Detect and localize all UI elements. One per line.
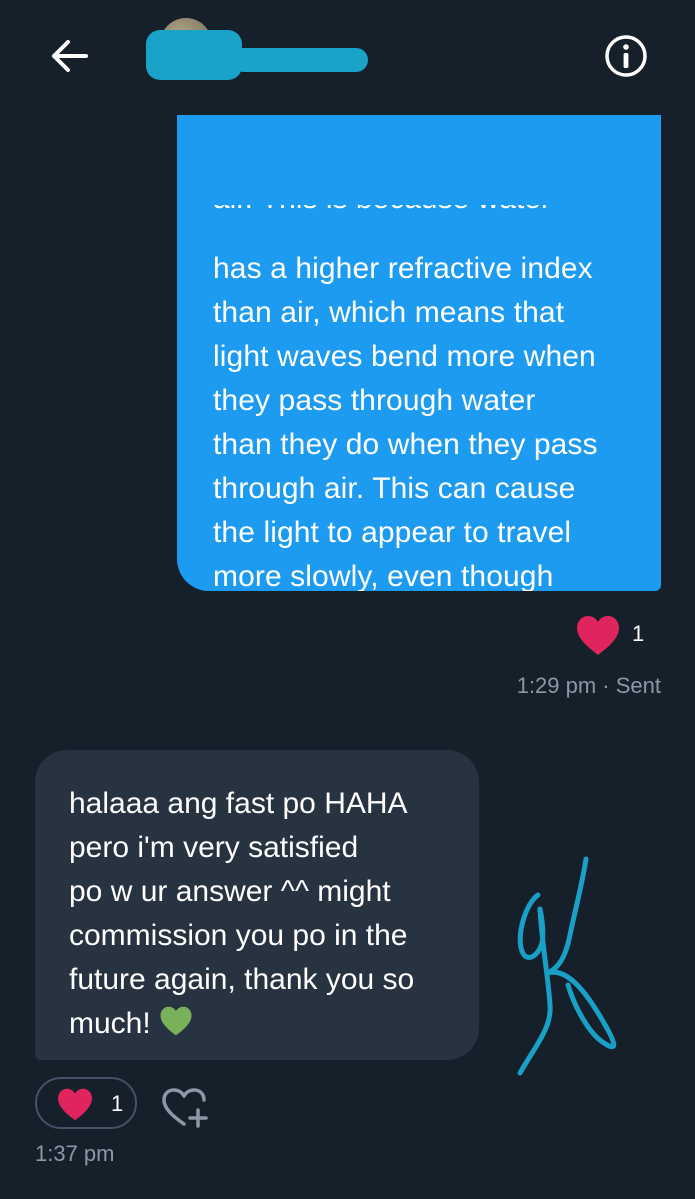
redacted-name <box>146 30 242 80</box>
reaction-count: 1 <box>111 1091 124 1116</box>
received-timestamp: 1:37 pm <box>35 1141 115 1166</box>
red-heart-icon <box>58 1088 92 1121</box>
sent-message-text: has a higher refractive index than air, … <box>213 252 598 591</box>
received-message-body: halaaa ang fast po HAHA pero i'm very sa… <box>69 787 415 1040</box>
clipped-message-line: air. This is because water <box>213 205 643 223</box>
redacted-handle <box>232 48 368 72</box>
info-icon <box>605 35 647 77</box>
info-button[interactable] <box>604 34 648 78</box>
sent-timestamp: 1:29 pm · Sent <box>516 673 661 698</box>
sent-message-bubble[interactable]: air. This is because water has a higher … <box>177 115 661 591</box>
heart-plus-icon <box>162 1088 208 1128</box>
received-message-text: halaaa ang fast po HAHA pero i'm very sa… <box>69 782 469 1046</box>
reaction-count: 1 <box>632 621 645 646</box>
conversation-header <box>0 0 695 115</box>
back-button[interactable] <box>44 32 94 80</box>
green-heart-icon <box>160 1006 192 1036</box>
arrow-left-icon <box>52 40 88 72</box>
received-message-bubble[interactable]: halaaa ang fast po HAHA pero i'm very sa… <box>35 750 479 1060</box>
handwritten-signature <box>517 856 617 1076</box>
red-heart-icon <box>577 616 619 655</box>
add-reaction-button[interactable] <box>160 1086 210 1130</box>
received-message-reaction[interactable]: 1 <box>35 1077 137 1129</box>
